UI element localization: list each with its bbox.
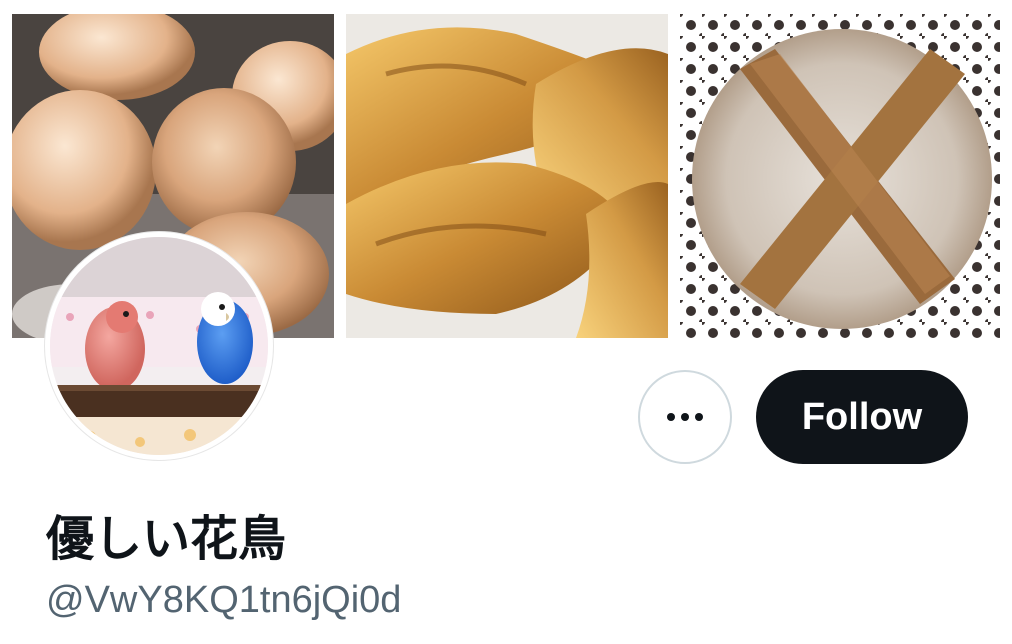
profile-avatar[interactable] (45, 232, 273, 460)
more-horizontal-icon (667, 413, 703, 421)
more-options-button[interactable] (638, 370, 732, 464)
banner-photo-sourdough-loaf (680, 14, 1000, 338)
banner-photo-croissants (346, 14, 668, 338)
profile-handle: @VwY8KQ1tn6jQi0d (46, 579, 402, 621)
follow-button[interactable]: Follow (756, 370, 968, 464)
profile-display-name: 優しい花鳥 (46, 511, 287, 567)
